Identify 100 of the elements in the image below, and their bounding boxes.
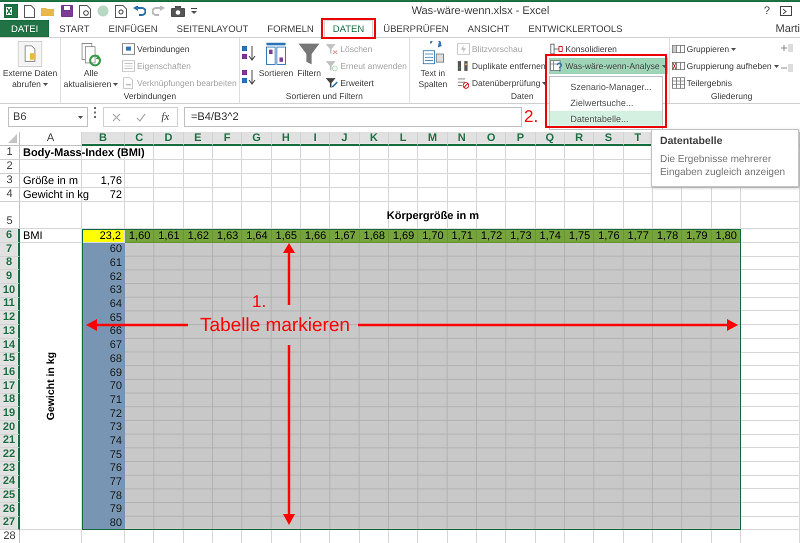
table-cell: 1,77 xyxy=(627,230,649,242)
column-header[interactable]: B xyxy=(82,132,125,146)
table-cell: 1,71 xyxy=(452,230,473,242)
show-detail-icon[interactable] xyxy=(780,43,793,53)
ribbon-button[interactable]: Filtern xyxy=(295,41,324,79)
row-header[interactable]: 15 xyxy=(0,352,20,366)
row-header[interactable]: 7 xyxy=(0,243,20,257)
excel-logo-icon[interactable] xyxy=(4,4,18,18)
print-preview-icon[interactable] xyxy=(79,4,91,18)
column-header[interactable]: A xyxy=(20,132,82,146)
ribbon-button[interactable]: Duplikate entfernen xyxy=(456,58,548,74)
hide-detail-icon[interactable] xyxy=(780,63,793,73)
ungroup-icon xyxy=(672,60,685,72)
row-header[interactable]: 28 xyxy=(0,530,20,543)
menu-item[interactable]: Datentabelle... xyxy=(550,111,662,127)
sort-descending-icon[interactable] xyxy=(240,69,257,85)
row-header[interactable]: 2 xyxy=(0,160,20,174)
table-cell: 66 xyxy=(110,325,122,338)
what-if-icon xyxy=(550,60,564,72)
ribbon-button[interactable]: Externe Daten abrufen xyxy=(1,41,59,90)
ribbon-button[interactable]: Alle aktualisieren xyxy=(62,41,120,90)
row-header[interactable]: 26 xyxy=(0,503,20,517)
row-header[interactable]: 12 xyxy=(0,311,20,326)
row-header[interactable]: 3 xyxy=(0,174,20,188)
ribbon-button[interactable]: Teilergebnis xyxy=(670,75,780,91)
row-header[interactable]: 1 xyxy=(0,146,20,160)
camera-icon[interactable] xyxy=(171,6,185,16)
help-button[interactable]: ? xyxy=(764,5,770,17)
column-header[interactable]: G xyxy=(242,132,272,146)
row-header[interactable]: 21 xyxy=(0,434,20,448)
ribbon-tab[interactable]: FORMELN xyxy=(258,20,323,37)
row-header[interactable]: 17 xyxy=(0,380,20,394)
undo-icon[interactable] xyxy=(133,6,146,16)
restore-icon[interactable] xyxy=(780,6,792,16)
column-header[interactable]: I xyxy=(300,132,330,146)
file-tab[interactable]: DATEI xyxy=(0,20,50,37)
row-header[interactable]: 9 xyxy=(0,270,20,284)
column-header[interactable]: T xyxy=(624,132,653,146)
ribbon-button[interactable]: Was-wäre-wenn-Analyse xyxy=(549,58,668,74)
column-header[interactable]: S xyxy=(594,132,624,146)
account-name[interactable]: Marti xyxy=(776,20,800,37)
ribbon-tab[interactable]: ÜBERPRÜFEN xyxy=(374,20,458,37)
column-header[interactable]: Q xyxy=(536,132,565,146)
row-header[interactable]: 14 xyxy=(0,338,20,352)
row-header[interactable]: 22 xyxy=(0,448,20,462)
formula-field[interactable]: =B4/B3^2 xyxy=(184,107,522,127)
row-header[interactable]: 25 xyxy=(0,489,20,504)
customize-icon[interactable] xyxy=(191,8,197,14)
ribbon-tab[interactable]: SEITENLAYOUT xyxy=(168,20,258,37)
insert-function-button[interactable]: fx xyxy=(161,111,170,123)
name-box[interactable]: B6 xyxy=(8,107,88,127)
row-header[interactable]: 10 xyxy=(0,284,20,298)
ribbon-button[interactable]: Sortieren xyxy=(258,41,294,79)
ribbon-button[interactable]: Datenüberprüfung xyxy=(456,75,548,91)
row-header[interactable]: 13 xyxy=(0,325,20,339)
validation-icon xyxy=(456,77,470,89)
table-cell: 1,68 xyxy=(364,230,385,242)
more-icon[interactable] xyxy=(94,107,97,118)
ribbon-button[interactable]: Gruppierung aufheben xyxy=(670,58,780,74)
ribbon-tab[interactable]: ENTWICKLERTOOLS xyxy=(519,20,632,37)
row-header[interactable]: 8 xyxy=(0,256,20,270)
column-header[interactable]: P xyxy=(506,132,536,146)
row-header[interactable]: 20 xyxy=(0,420,20,435)
ribbon-tab[interactable]: START xyxy=(50,20,99,37)
row-header[interactable]: 6 xyxy=(0,229,20,243)
row-header[interactable]: 27 xyxy=(0,516,20,530)
row-header[interactable]: 18 xyxy=(0,394,20,408)
column-header[interactable]: K xyxy=(360,132,389,146)
print-icon[interactable] xyxy=(115,4,127,18)
ribbon-tab[interactable]: EINFÜGEN xyxy=(100,20,167,37)
column-header[interactable]: J xyxy=(330,132,360,146)
row-header[interactable]: 4 xyxy=(0,188,20,202)
row-header[interactable]: 23 xyxy=(0,462,20,476)
tooltip-title: Datentabelle xyxy=(660,135,724,147)
column-header[interactable]: M xyxy=(418,132,448,146)
column-header[interactable]: E xyxy=(184,132,213,146)
row-header[interactable]: 19 xyxy=(0,407,20,421)
menu-item[interactable]: Szenario-Manager... xyxy=(550,79,662,95)
ribbon-button[interactable]: Erweitert xyxy=(324,75,408,91)
row-header[interactable]: 16 xyxy=(0,366,20,380)
ribbon-button[interactable]: Konsolidieren xyxy=(549,41,668,57)
ribbon-button[interactable]: Verbindungen xyxy=(121,41,238,57)
menu-item[interactable]: Zielwertsuche... xyxy=(550,95,662,111)
column-header[interactable]: R xyxy=(564,132,594,146)
column-header[interactable]: L xyxy=(388,132,418,146)
ribbon-button[interactable]: Text in Spalten xyxy=(410,41,455,90)
ribbon-button[interactable]: Gruppieren xyxy=(670,41,780,57)
column-header[interactable]: D xyxy=(154,132,184,146)
row-header[interactable]: 11 xyxy=(0,298,20,312)
column-header[interactable]: F xyxy=(212,132,242,146)
column-header[interactable]: H xyxy=(272,132,301,146)
column-header[interactable]: C xyxy=(125,132,154,146)
ribbon-tab[interactable]: ANSICHT xyxy=(458,20,518,37)
sort-ascending-icon[interactable] xyxy=(240,45,257,61)
row-header[interactable]: 24 xyxy=(0,476,20,490)
new-document-icon[interactable] xyxy=(24,4,35,18)
save-icon[interactable] xyxy=(61,5,73,17)
column-header[interactable]: N xyxy=(448,132,477,146)
ribbon-tab[interactable]: DATEN xyxy=(324,20,374,38)
column-header[interactable]: O xyxy=(476,132,506,146)
